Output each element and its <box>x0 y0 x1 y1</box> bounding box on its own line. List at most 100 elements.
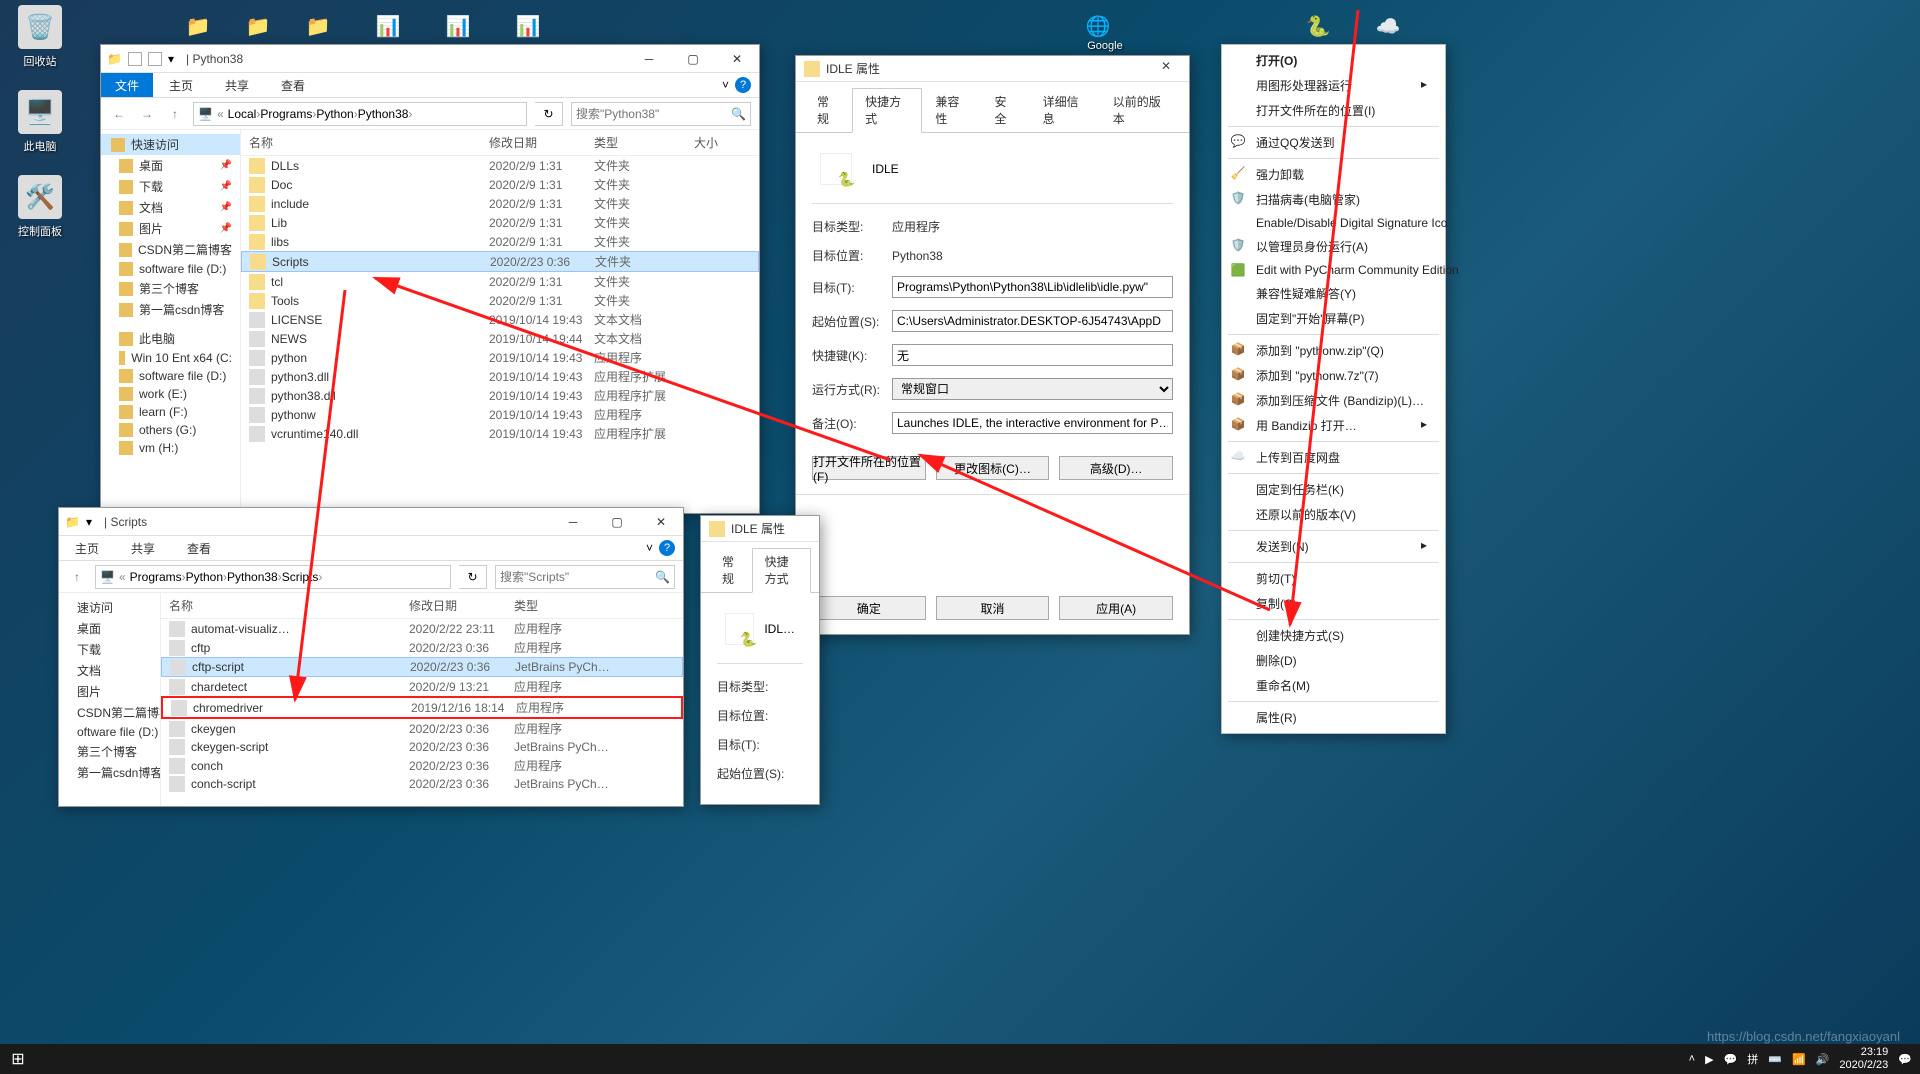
crumb[interactable]: Local <box>228 107 257 121</box>
clock[interactable]: 23:19 2020/2/23 <box>1839 1046 1888 1071</box>
nav-item[interactable]: 此电脑 <box>101 328 240 349</box>
search-icon[interactable]: 🔍 <box>655 570 670 584</box>
context-menu-item[interactable]: 🟩 Edit with PyCharm Community Edition <box>1222 259 1445 281</box>
file-row[interactable]: DLLs 2020/2/9 1:31 文件夹 <box>241 156 759 175</box>
target-input[interactable] <box>892 276 1173 298</box>
desktop-shortcut[interactable]: 📁 <box>300 8 336 44</box>
minimize-button[interactable]: ─ <box>627 46 671 72</box>
file-row[interactable]: automat-visualiz… 2020/2/22 23:11 应用程序 <box>161 619 683 638</box>
context-menu-item[interactable]: 剪切(T) <box>1222 566 1445 591</box>
file-row[interactable]: ckeygen-script 2020/2/23 0:36 JetBrains … <box>161 738 683 756</box>
tray-icon[interactable]: ⌨️ <box>1768 1053 1782 1066</box>
nav-item[interactable]: 桌面 📌 <box>101 155 240 176</box>
crumb[interactable]: Python38 <box>227 570 278 584</box>
context-menu-item[interactable]: 发送到(N) ▸ <box>1222 534 1445 559</box>
nav-item[interactable]: work (E:) <box>101 385 240 403</box>
nav-item[interactable]: 图片 📌 <box>101 218 240 239</box>
file-row[interactable]: Lib 2020/2/9 1:31 文件夹 <box>241 213 759 232</box>
context-menu-item[interactable]: 📦 添加到 "pythonw.zip"(Q) <box>1222 338 1445 363</box>
ok-button[interactable]: 确定 <box>812 596 926 620</box>
desktop-shortcut[interactable]: 📁 <box>180 8 216 44</box>
startin-input[interactable] <box>892 310 1173 332</box>
nav-item[interactable]: 第三个博客 <box>59 741 160 762</box>
search-icon[interactable]: 🔍 <box>731 107 746 121</box>
ribbon-view-tab[interactable]: 查看 <box>265 73 321 97</box>
properties-tab[interactable]: 安全 <box>981 88 1029 132</box>
close-button[interactable]: ✕ <box>715 46 759 72</box>
file-row[interactable]: libs 2020/2/9 1:31 文件夹 <box>241 232 759 251</box>
tab-shortcut[interactable]: 快捷方式 <box>752 548 811 593</box>
qat-btn[interactable] <box>148 52 162 66</box>
nav-item[interactable]: CSDN第二篇博客 <box>101 239 240 260</box>
file-row[interactable]: tcl 2020/2/9 1:31 文件夹 <box>241 272 759 291</box>
run-select[interactable]: 常规窗口 <box>892 378 1173 400</box>
nav-item[interactable]: others (G:) <box>101 421 240 439</box>
desktop-shortcut[interactable]: ☁️ <box>1370 8 1406 44</box>
advanced-button[interactable]: 高级(D)… <box>1059 456 1173 480</box>
nav-item[interactable]: 桌面 <box>59 618 160 639</box>
desktop-shortcut[interactable]: 🗑️ 回收站 <box>10 5 70 69</box>
context-menu-item[interactable]: 固定到任务栏(K) <box>1222 477 1445 502</box>
ribbon-help[interactable]: ˅ ? <box>714 73 759 97</box>
desktop-shortcut[interactable]: Google <box>1075 40 1135 52</box>
properties-tab[interactable]: 快捷方式 <box>852 88 922 133</box>
context-menu-item[interactable]: 🛡️ 以管理员身份运行(A) <box>1222 234 1445 259</box>
file-row[interactable]: conch 2020/2/23 0:36 应用程序 <box>161 756 683 775</box>
nav-item[interactable]: 快速访问 <box>101 134 240 155</box>
search-box[interactable]: 🔍 <box>571 102 751 126</box>
file-list[interactable]: automat-visualiz… 2020/2/22 23:11 应用程序 c… <box>161 619 683 806</box>
crumb[interactable]: Programs <box>130 570 182 584</box>
context-menu-item[interactable]: 删除(D) <box>1222 648 1445 673</box>
file-row[interactable]: NEWS 2019/10/14 19:44 文本文档 <box>241 329 759 348</box>
action-center-icon[interactable]: 💬 <box>1898 1053 1912 1066</box>
context-menu-item[interactable]: 打开(O) <box>1222 48 1445 73</box>
context-menu-item[interactable]: 复制(C) <box>1222 591 1445 616</box>
taskbar[interactable]: ⊞ ˄ ▶ 💬 拼 ⌨️ 📶 🔊 23:19 2020/2/23 💬 <box>0 1044 1920 1074</box>
context-menu-item[interactable]: 📦 添加到 "pythonw.7z"(7) <box>1222 363 1445 388</box>
cancel-button[interactable]: 取消 <box>936 596 1050 620</box>
qat-btn[interactable] <box>128 52 142 66</box>
crumb[interactable]: Python <box>316 107 353 121</box>
search-input[interactable] <box>576 107 731 121</box>
file-row[interactable]: ckeygen 2020/2/23 0:36 应用程序 <box>161 719 683 738</box>
context-menu-item[interactable]: 固定到"开始"屏幕(P) <box>1222 306 1445 331</box>
context-menu-item[interactable]: 📦 用 Bandizip 打开… ▸ <box>1222 413 1445 438</box>
properties-tab[interactable]: 以前的版本 <box>1100 88 1181 132</box>
up-button[interactable]: ↑ <box>165 104 185 124</box>
file-row[interactable]: python3.dll 2019/10/14 19:43 应用程序扩展 <box>241 367 759 386</box>
context-menu-item[interactable]: ☁️ 上传到百度网盘 <box>1222 445 1445 470</box>
context-menu-item[interactable]: 兼容性疑难解答(Y) <box>1222 281 1445 306</box>
context-menu-item[interactable]: 打开文件所在的位置(I) <box>1222 98 1445 123</box>
close-button[interactable]: ✕ <box>1151 59 1181 79</box>
nav-item[interactable]: 第一篇csdn博客 <box>101 299 240 320</box>
file-row[interactable]: conch-script 2020/2/23 0:36 JetBrains Py… <box>161 775 683 793</box>
file-row[interactable]: cftp-script 2020/2/23 0:36 JetBrains PyC… <box>161 657 683 677</box>
start-button[interactable]: ⊞ <box>0 1044 36 1074</box>
qat-chevron-icon[interactable]: ▾ <box>168 52 174 66</box>
nav-item[interactable]: 文档 📌 <box>101 197 240 218</box>
tray-icon[interactable]: ▶ <box>1705 1053 1713 1066</box>
search-input[interactable] <box>500 570 655 584</box>
nav-item[interactable]: vm (H:) <box>101 439 240 457</box>
minimize-button[interactable]: ─ <box>551 509 595 535</box>
file-row[interactable]: pythonw 2019/10/14 19:43 应用程序 <box>241 405 759 424</box>
tab-general[interactable]: 常规 <box>709 548 752 592</box>
nav-item[interactable]: 第一篇csdn博客 <box>59 762 160 783</box>
comment-input[interactable] <box>892 412 1173 434</box>
titlebar[interactable]: 📁 ▾ | Python38 ─ ▢ ✕ <box>101 45 759 73</box>
context-menu-item[interactable]: 属性(R) <box>1222 705 1445 730</box>
file-row[interactable]: include 2020/2/9 1:31 文件夹 <box>241 194 759 213</box>
nav-item[interactable]: software file (D:) <box>101 260 240 278</box>
crumb[interactable]: Python38 <box>358 107 409 121</box>
crumb[interactable]: Python <box>186 570 223 584</box>
help-icon[interactable]: ? <box>735 77 751 93</box>
nav-item[interactable]: 下载 <box>59 639 160 660</box>
nav-item[interactable]: 图片 <box>59 681 160 702</box>
file-row[interactable]: chardetect 2020/2/9 13:21 应用程序 <box>161 677 683 696</box>
tray-network-icon[interactable]: 📶 <box>1792 1053 1806 1066</box>
nav-item[interactable]: 第三个博客 <box>101 278 240 299</box>
maximize-button[interactable]: ▢ <box>671 46 715 72</box>
nav-item[interactable]: software file (D:) <box>101 367 240 385</box>
column-headers[interactable]: 名称 修改日期 类型 大小 <box>241 130 759 156</box>
open-file-location-button[interactable]: 打开文件所在的位置(F) <box>812 456 926 480</box>
